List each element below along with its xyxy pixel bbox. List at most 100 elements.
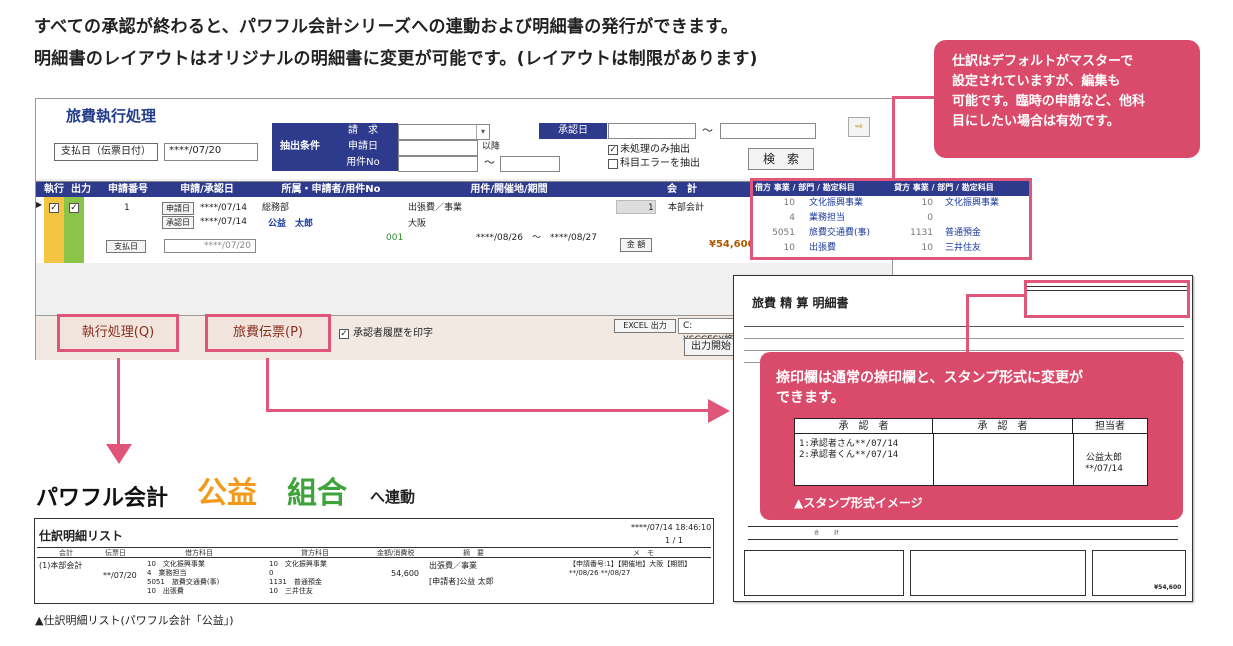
journal-credit-line: 0 xyxy=(269,569,274,577)
kumiai-logo: 組合 xyxy=(287,476,347,511)
journal-credit-line: 10 三井住友 xyxy=(269,587,313,595)
exec-process-button[interactable]: 執行処理(Q) xyxy=(57,314,179,352)
credit-code[interactable]: 10 xyxy=(893,242,933,254)
powerful-accounting-logo: パワフル会計 xyxy=(36,486,169,511)
stamp-box: 承 認 者 承 認 者 担当者 1:承認者さん**/07/14 2:承認者くん*… xyxy=(794,418,1148,486)
request-number: 1 xyxy=(124,203,130,213)
unprocessed-label: 未処理のみ抽出 xyxy=(620,144,690,155)
stamp-callout-text: 捺印欄は通常の捺印欄と、スタンプ形式に変更が できます。 xyxy=(776,368,1083,408)
exec-checkbox[interactable]: ✓ xyxy=(49,203,59,213)
credit-name: 文化振興事業 xyxy=(945,198,1000,208)
journal-callout: 仕訳はデフォルトがマスターで 設定されていますが、編集も 可能です。臨時の申請な… xyxy=(934,40,1200,158)
journal-debit: 10 文化振興事業 4 業務担当 5051 旅費交通費(事) 10 出張費 xyxy=(147,560,219,596)
output-checkbox[interactable]: ✓ xyxy=(69,203,79,213)
col-account: 会 計 xyxy=(614,182,750,197)
search-button[interactable]: 検 索 xyxy=(748,148,814,170)
since-label: 以降 xyxy=(482,142,501,152)
pay-date-field[interactable]: ****/07/20 xyxy=(164,143,258,161)
approver-list: 1:承認者さん**/07/14 2:承認者くん**/07/14 xyxy=(799,439,898,461)
link-label: へ連動 xyxy=(370,488,416,506)
col-date: 申請/承認日 xyxy=(158,182,256,197)
journal-credit-line: 10 文化振興事業 xyxy=(269,560,327,568)
request-date: ****/07/14 xyxy=(200,203,247,213)
subject-error-checkbox[interactable] xyxy=(608,159,618,169)
chevron-down-icon[interactable]: ▾ xyxy=(476,125,489,139)
venue: 大阪 xyxy=(408,219,427,229)
request-date-button[interactable]: 申請日 xyxy=(162,202,194,215)
arrow-right-shaft xyxy=(266,358,269,412)
journal-amount: 54,600 xyxy=(391,569,419,578)
journal-list: 仕訳明細リスト ****/07/14 18:46:10 1 / 1 会計 伝票日… xyxy=(34,518,714,604)
journal-row: 10 出張費 10 三井住友 xyxy=(753,242,1029,257)
journal-date: **/07/20 xyxy=(103,571,137,580)
rule xyxy=(744,338,1184,339)
journal-debit-line: 5051 旅費交通費(事) xyxy=(147,578,220,586)
credit-name: 三井住友 xyxy=(945,243,982,253)
case-no-from-field[interactable] xyxy=(398,156,478,172)
debit-code[interactable]: 10 xyxy=(755,242,795,254)
pay-date-button[interactable]: 支払日 xyxy=(106,240,146,253)
arrow-down-icon xyxy=(106,444,132,464)
approver-entry: 2:承認者くん**/07/14 xyxy=(799,450,899,460)
output-start-button[interactable]: 出力開始 xyxy=(684,338,738,356)
journal-row: 10 文化振興事業 10 文化振興事業 xyxy=(753,197,1029,212)
case-no-to-field[interactable] xyxy=(500,156,560,172)
arrow-right-line xyxy=(266,409,710,412)
subject-error-label: 科目エラーを抽出 xyxy=(620,158,700,169)
output-path-field[interactable]: C:¥SCCES¥旅 xyxy=(678,318,738,345)
unprocessed-checkbox[interactable]: ✓ xyxy=(608,145,618,155)
journal-datetime: ****/07/14 18:46:10 xyxy=(631,523,712,532)
jh-summary: 摘 要 xyxy=(463,549,484,557)
credit-code[interactable]: 0 xyxy=(893,212,933,224)
debit-code[interactable]: 10 xyxy=(755,197,795,209)
headline-line2: 明細書のレイアウトはオリジナルの明細書に変更が可能です。(レイアウトは制限があり… xyxy=(34,49,758,69)
arrow-down-shaft xyxy=(117,358,120,446)
callout-connector-vertical xyxy=(892,96,895,180)
col-purpose: 用件/開催地/期間 xyxy=(406,182,612,197)
pay-date-value[interactable]: ****/07/20 xyxy=(164,239,256,253)
staff-date: **/07/14 xyxy=(1085,464,1123,474)
journal-summary: 出張費／事業 xyxy=(429,561,477,570)
filter-no-label: 用件No xyxy=(346,157,380,168)
journal-row: 5051 旅費交通費(事) 1131 普通預金 xyxy=(753,227,1029,242)
approve-date-to-field[interactable] xyxy=(720,123,816,139)
exit-icon[interactable]: ⇨ xyxy=(848,117,870,137)
journal-memo-line: 【申請番号:1】【開催地】大阪【期間】 xyxy=(569,560,692,568)
callout-line: 可能です。臨時の申請など、他科 xyxy=(952,94,1146,109)
debit-code[interactable]: 4 xyxy=(755,212,795,224)
debit-header: 借方 事業 / 部門 / 勘定科目 xyxy=(755,183,855,192)
journal-info-box xyxy=(910,550,1086,596)
divider xyxy=(933,434,934,485)
total-label: 合 計 xyxy=(814,530,840,536)
headline-line1: すべての承認が終わると、パワフル会計シリーズへの連動および明細書の発行ができます… xyxy=(34,17,739,37)
journal-rows: 10 文化振興事業 10 文化振興事業 4 業務担当 0 5051 旅費交通費(… xyxy=(753,197,1029,257)
approve-date-from-field[interactable] xyxy=(608,123,696,139)
journal-memo-line: **/08/26 **/08/27 xyxy=(569,569,631,577)
callout-line: 仕訳はデフォルトがマスターで xyxy=(952,54,1134,69)
amount-value: ¥54,600 xyxy=(709,239,755,250)
request-date-field[interactable] xyxy=(398,140,478,156)
approve-date-button[interactable]: 承認日 xyxy=(162,216,194,229)
travel-voucher-button[interactable]: 旅費伝票(P) xyxy=(205,314,331,352)
debit-code[interactable]: 5051 xyxy=(755,227,795,239)
excel-output-button[interactable]: EXCEL 出力 xyxy=(614,319,676,333)
approver-header: 承 認 者 xyxy=(795,419,933,434)
journal-caption: ▲仕訳明細リスト(パワフル会計「公益」) xyxy=(35,614,234,627)
credit-code[interactable]: 10 xyxy=(893,197,933,209)
journal-title: 仕訳明細リスト xyxy=(39,529,124,543)
credit-code[interactable]: 1131 xyxy=(893,227,933,239)
stamp-highlight xyxy=(1024,280,1190,318)
koueki-logo: 公益 xyxy=(197,476,257,511)
print-history-checkbox[interactable]: ✓ xyxy=(339,329,349,339)
pay-date-label: 支払日（伝票日付） xyxy=(54,143,158,161)
account-name: 本部会計 xyxy=(668,203,705,213)
amount-button[interactable]: 金 額 xyxy=(620,238,652,252)
journal-credit: 10 文化振興事業 0 1131 普通預金 10 三井住友 xyxy=(269,560,327,596)
staff-name: 公益太郎 xyxy=(1085,453,1122,463)
case-no-tilde: ～ xyxy=(484,156,495,169)
arrow-right-icon xyxy=(708,399,730,423)
stamp-callout-line: できます。 xyxy=(776,390,845,406)
jh-account: 会計 xyxy=(59,549,73,557)
debit-name: 業務担当 xyxy=(809,213,846,223)
jh-credit: 貸方科目 xyxy=(301,549,329,557)
